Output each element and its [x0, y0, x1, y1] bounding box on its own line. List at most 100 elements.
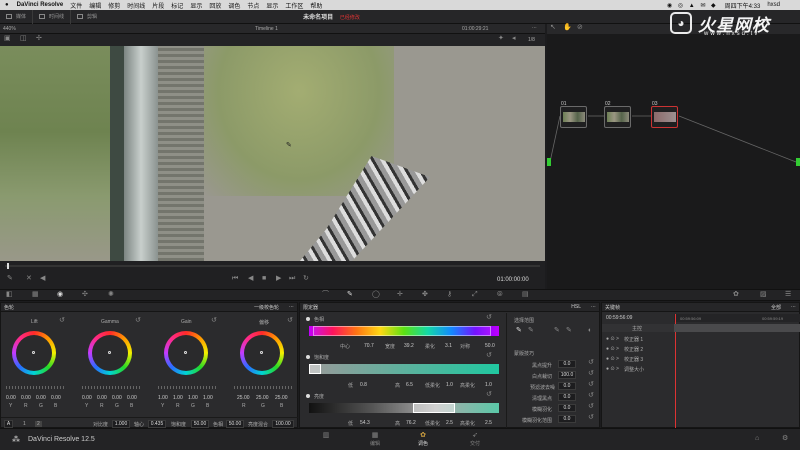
play-icon[interactable]: ▶ — [276, 275, 281, 283]
offset-b[interactable]: 25.00 — [275, 395, 288, 401]
reset-gamma-icon[interactable]: ↺ — [135, 317, 141, 325]
hsl-mode-select[interactable]: HSL — [571, 304, 581, 310]
picker-feather-icon[interactable]: ✎ — [566, 327, 572, 335]
gamma-b[interactable]: 0.00 — [127, 395, 137, 401]
hue-center[interactable]: 70.7 — [364, 343, 374, 349]
sat-bar[interactable] — [309, 364, 499, 374]
offset-r[interactable]: 25.00 — [237, 395, 250, 401]
refine-pre-filter[interactable]: 0.0 — [558, 360, 576, 368]
reset-lum-icon[interactable]: ↺ — [486, 391, 492, 399]
node-bypass-icon[interactable]: ⊘ — [577, 24, 583, 32]
reset-refine-icon-6[interactable]: ↺ — [588, 414, 594, 422]
node-02[interactable]: 02 — [604, 101, 631, 128]
node-input-port[interactable] — [547, 158, 551, 166]
wheel-mode-select[interactable]: 一级校色轮 — [254, 304, 279, 311]
refine-blur[interactable]: 0.0 — [558, 404, 576, 412]
curves-icon[interactable]: ⌒ — [322, 291, 329, 299]
gain-master-wheel[interactable] — [158, 386, 218, 389]
hue-range-handle[interactable] — [313, 326, 491, 336]
gain-y[interactable]: 1.00 — [158, 395, 168, 401]
playhead[interactable] — [7, 263, 9, 269]
refine-white-clip[interactable]: 100.0 — [558, 371, 576, 379]
gamma-handle[interactable] — [108, 351, 111, 354]
reset-refine-icon[interactable]: ↺ — [588, 359, 594, 367]
close-icon[interactable]: ✕ — [26, 275, 32, 283]
keyframe-row-4[interactable]: ● ⊙ > 调整大小 — [606, 365, 796, 373]
sat-high-soft[interactable]: 1.0 — [485, 382, 492, 388]
lift-y[interactable]: 0.00 — [6, 395, 16, 401]
gamma-g[interactable]: 0.00 — [112, 395, 122, 401]
picker-icon[interactable]: ✎ — [7, 275, 13, 283]
lum-range-handle[interactable] — [413, 403, 455, 413]
sat-field[interactable]: 50.00 — [191, 420, 209, 428]
stop-icon[interactable]: ■ — [262, 275, 266, 283]
picker-add-icon[interactable]: ✎ — [528, 327, 534, 335]
sat-low-soft[interactable]: 1.0 — [446, 382, 453, 388]
master-track[interactable] — [674, 324, 800, 332]
go-start-icon[interactable]: ⏮ — [232, 275, 238, 283]
sat-toggle[interactable] — [306, 355, 310, 359]
lift-r[interactable]: 0.00 — [21, 395, 31, 401]
refine-denoise[interactable]: 0.0 — [558, 382, 576, 390]
camera-raw-icon[interactable]: ◧ — [6, 291, 13, 299]
window-icon[interactable]: ◯ — [372, 291, 380, 299]
rgb-mixer-icon[interactable]: ✣ — [82, 291, 88, 299]
lum-bar[interactable] — [309, 403, 499, 413]
menu-color[interactable]: 调色 — [228, 1, 240, 10]
reset-refine-icon-3[interactable]: ↺ — [588, 381, 594, 389]
apple-icon[interactable]: ● — [5, 2, 9, 8]
keyframe-row-2[interactable]: ● ⊙ > 校正器 2 — [606, 345, 796, 353]
viewer-image[interactable]: ✎ — [0, 46, 545, 261]
hue-width[interactable]: 39.2 — [404, 343, 414, 349]
blur-icon[interactable]: ✤ — [422, 291, 428, 299]
sat-range-handle[interactable] — [309, 364, 321, 374]
lum-high[interactable]: 76.2 — [406, 420, 416, 426]
timeline-name[interactable]: Timeline 1 — [255, 26, 278, 32]
hue-soft[interactable]: 3.1 — [445, 343, 452, 349]
app-menu[interactable]: DaVinci Resolve — [17, 2, 64, 8]
settings-icon[interactable]: ⚙ — [782, 435, 788, 443]
lum-low[interactable]: 54.3 — [360, 420, 370, 426]
picker-tool-icon[interactable]: ✎ — [516, 327, 522, 335]
reset-refine-icon-4[interactable]: ↺ — [588, 392, 594, 400]
viewer-mode-icon[interactable]: ▣ — [4, 35, 11, 43]
keyframe-row-1[interactable]: ● ⊙ > 校正器 1 — [606, 335, 796, 343]
gamma-r[interactable]: 0.00 — [97, 395, 107, 401]
viewer-prev-icon[interactable]: ◂ — [512, 35, 516, 43]
scrub-bar[interactable] — [5, 263, 540, 269]
panel-menu-icon[interactable]: ⋯ — [289, 304, 294, 310]
hue-field[interactable]: 50.00 — [226, 420, 244, 428]
clips-button[interactable]: 剪辑 — [71, 10, 103, 24]
menu-clip[interactable]: 片段 — [152, 1, 164, 10]
viewer-menu-icon[interactable]: ⋯ — [532, 25, 537, 31]
node-output-port[interactable] — [796, 158, 800, 166]
viewer-cursor-icon[interactable]: ✢ — [36, 35, 42, 43]
qualifier-icon[interactable]: ✎ — [347, 291, 353, 299]
keyframe-row-3[interactable]: ● ⊙ > 校正器 3 — [606, 355, 796, 363]
play-reverse-icon[interactable]: ◀ — [248, 275, 253, 283]
menu-mark[interactable]: 标记 — [171, 1, 183, 10]
menu-workspace[interactable]: 工作区 — [285, 1, 303, 10]
menu-timeline[interactable]: 时间线 — [127, 1, 145, 10]
refine-clean-black[interactable]: 0.0 — [558, 393, 576, 401]
node-03[interactable]: 03 — [651, 101, 678, 128]
lum-low-soft[interactable]: 2.5 — [446, 420, 453, 426]
gamma-y[interactable]: 0.00 — [82, 395, 92, 401]
menu-edit[interactable]: 编辑 — [89, 1, 101, 10]
menu-playback[interactable]: 回放 — [209, 1, 221, 10]
scopes-icon[interactable]: ▨ — [760, 291, 767, 299]
page-edit[interactable]: ▦ 编辑 — [364, 432, 386, 447]
menu-trim[interactable]: 修剪 — [108, 1, 120, 10]
viewer-highlight-icon[interactable]: ✦ — [498, 35, 504, 43]
page-deliver[interactable]: ➶ 交付 — [464, 432, 486, 447]
menu-nodes[interactable]: 节点 — [247, 1, 259, 10]
menu-help[interactable]: 帮助 — [310, 1, 322, 10]
invert-icon[interactable]: ◐ — [588, 327, 592, 335]
page-media[interactable]: ▥ — [316, 432, 336, 440]
gain-r[interactable]: 1.00 — [173, 395, 183, 401]
go-end-icon[interactable]: ⏭ — [289, 275, 295, 283]
audio-icon[interactable]: ◀ — [40, 275, 45, 283]
menu-view[interactable]: 显示 — [190, 1, 202, 10]
node-01[interactable]: 01 — [560, 101, 587, 128]
keyframes-menu-icon[interactable]: ⋯ — [791, 304, 796, 310]
